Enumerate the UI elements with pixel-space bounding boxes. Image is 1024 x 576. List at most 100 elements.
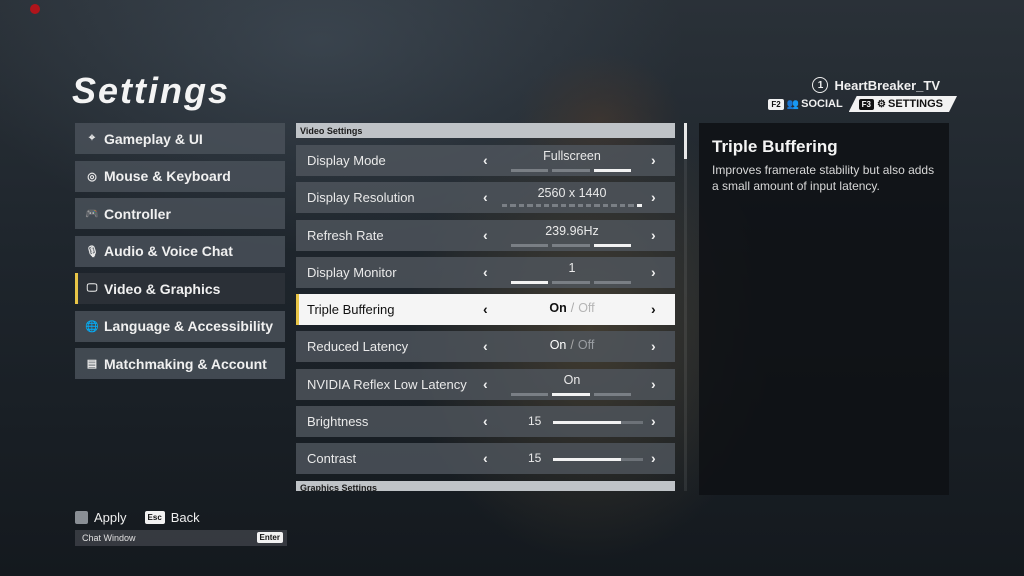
settings-tab[interactable]: F3 ⚙ SETTINGS <box>849 96 957 112</box>
chevron-right-icon[interactable]: › <box>651 376 656 392</box>
settings-list[interactable]: Video Settings Display Mode ‹ Fullscreen… <box>296 123 675 491</box>
chevron-left-icon[interactable]: ‹ <box>483 413 488 429</box>
toggle-on-label: On <box>549 301 567 316</box>
chevron-left-icon[interactable]: ‹ <box>483 338 488 354</box>
setting-value: On <box>563 372 581 387</box>
setting-contrast[interactable]: Contrast ‹ 15 › <box>296 443 675 475</box>
setting-label: NVIDIA Reflex Low Latency <box>307 376 467 392</box>
back-button[interactable]: Back <box>171 510 200 525</box>
setting-value: 239.96Hz <box>545 223 599 238</box>
toggle-value: On / Off <box>496 338 648 352</box>
chevron-left-icon[interactable]: ‹ <box>483 376 488 392</box>
chevron-left-icon[interactable]: ‹ <box>483 264 488 280</box>
sidebar-item-mouse-keyboard[interactable]: ◎ Mouse & Keyboard <box>75 160 285 192</box>
option-indicator <box>511 280 631 284</box>
setting-label: Display Mode <box>307 153 386 168</box>
setting-nvidia-reflex[interactable]: NVIDIA Reflex Low Latency ‹ On › <box>296 368 675 400</box>
chevron-right-icon[interactable]: › <box>651 450 656 466</box>
sidebar-item-video-graphics[interactable]: 🖵 Video & Graphics <box>75 273 285 304</box>
microphone-icon: 🎙 <box>85 245 99 258</box>
toggle-separator: / <box>570 301 575 316</box>
option-segment <box>593 392 631 396</box>
setting-brightness[interactable]: Brightness ‹ 15 › <box>296 406 675 438</box>
chevron-left-icon[interactable]: ‹ <box>483 450 488 466</box>
setting-label: Contrast <box>307 451 357 467</box>
crosshair-icon: ⌖ <box>88 132 96 144</box>
option-segment <box>544 204 550 208</box>
setting-description-panel: Triple Buffering Improves framerate stab… <box>699 123 949 495</box>
chevron-right-icon[interactable]: › <box>651 152 656 168</box>
option-segment <box>502 204 508 208</box>
setting-display-monitor[interactable]: Display Monitor ‹ 1 › <box>296 256 675 288</box>
user-badge: 1 HeartBreaker_TV <box>812 77 940 93</box>
option-segment <box>511 280 549 284</box>
setting-reduced-latency[interactable]: Reduced Latency ‹ On / Off › <box>296 331 675 363</box>
setting-value: 1 <box>568 260 576 275</box>
option-segment <box>511 392 549 396</box>
setting-label: Triple Buffering <box>307 302 395 318</box>
slider-value: 15 <box>528 451 542 466</box>
sidebar-item-label: Matchmaking & Account <box>104 355 267 372</box>
option-segment <box>511 243 549 247</box>
description-text: Improves framerate stability but also ad… <box>712 163 935 193</box>
option-segment <box>552 392 590 396</box>
setting-value: 2560 x 1440 <box>537 186 607 201</box>
setting-display-mode[interactable]: Display Mode ‹ Fullscreen › <box>296 145 675 176</box>
option-indicator <box>511 392 631 396</box>
chevron-left-icon[interactable]: ‹ <box>483 301 488 317</box>
option-indicator <box>511 169 631 172</box>
settings-scrollbar[interactable] <box>684 123 687 491</box>
setting-triple-buffering[interactable]: Triple Buffering ‹ On / Off › <box>296 294 675 326</box>
chevron-right-icon[interactable]: › <box>651 413 656 429</box>
sidebar-item-gameplay-ui[interactable]: ⌖ Gameplay & UI <box>75 123 285 154</box>
setting-label: Brightness <box>307 414 369 430</box>
sidebar-item-label: Video & Graphics <box>104 280 221 297</box>
contrast-slider[interactable] <box>553 458 643 462</box>
chevron-right-icon[interactable]: › <box>651 301 656 317</box>
chevron-left-icon[interactable]: ‹ <box>483 227 488 243</box>
option-indicator <box>502 204 642 208</box>
option-segment <box>535 204 542 208</box>
social-tab[interactable]: F2 👥 SOCIAL <box>768 98 843 110</box>
chevron-right-icon[interactable]: › <box>651 338 656 354</box>
chevron-left-icon[interactable]: ‹ <box>483 189 488 205</box>
social-key-hint: F2 <box>768 98 784 110</box>
gear-icon: ⚙ <box>877 98 886 110</box>
option-segment <box>594 204 600 208</box>
toggle-separator: / <box>570 338 574 353</box>
option-segment <box>527 204 533 208</box>
sidebar-item-language-accessibility[interactable]: 🌐 Language & Accessibility <box>75 310 285 342</box>
chevron-right-icon[interactable]: › <box>651 227 656 243</box>
chat-window[interactable]: Chat Window Enter <box>75 530 287 546</box>
chevron-right-icon[interactable]: › <box>651 264 656 280</box>
option-segment <box>628 204 634 208</box>
option-indicator <box>511 243 631 247</box>
chevron-right-icon[interactable]: › <box>651 189 656 205</box>
list-icon: ▤ <box>86 358 98 370</box>
sidebar-item-matchmaking-account[interactable]: ▤ Matchmaking & Account <box>75 348 285 379</box>
setting-display-resolution[interactable]: Display Resolution ‹ 2560 x 1440 › <box>296 182 675 214</box>
setting-label: Display Monitor <box>307 264 397 280</box>
option-segment <box>636 204 642 208</box>
sidebar-item-controller[interactable]: 🎮 Controller <box>75 198 285 229</box>
chevron-left-icon[interactable]: ‹ <box>483 152 488 168</box>
record-indicator-icon <box>30 4 40 14</box>
toggle-on-label: On <box>549 338 567 353</box>
brightness-slider[interactable] <box>553 421 643 425</box>
rank-icon: 1 <box>812 77 829 93</box>
chat-window-label: Chat Window <box>82 533 136 543</box>
setting-refresh-rate[interactable]: Refresh Rate ‹ 239.96Hz › <box>296 219 675 251</box>
monitor-icon: 🖵 <box>86 282 98 294</box>
sidebar-item-audio-voice[interactable]: 🎙 Audio & Voice Chat <box>75 235 285 267</box>
option-segment <box>577 204 584 208</box>
enter-key-hint: Enter <box>256 532 283 543</box>
option-segment <box>619 204 626 208</box>
settings-tab-label: SETTINGS <box>887 98 943 110</box>
description-title: Triple Buffering <box>712 137 838 156</box>
scrollbar-thumb[interactable] <box>684 123 687 159</box>
option-segment <box>560 204 567 208</box>
toggle-off-label: Off <box>577 338 595 353</box>
footer-actions: Apply Esc Back <box>75 510 200 525</box>
apply-button[interactable]: Apply <box>94 510 127 525</box>
option-segment <box>510 204 516 208</box>
